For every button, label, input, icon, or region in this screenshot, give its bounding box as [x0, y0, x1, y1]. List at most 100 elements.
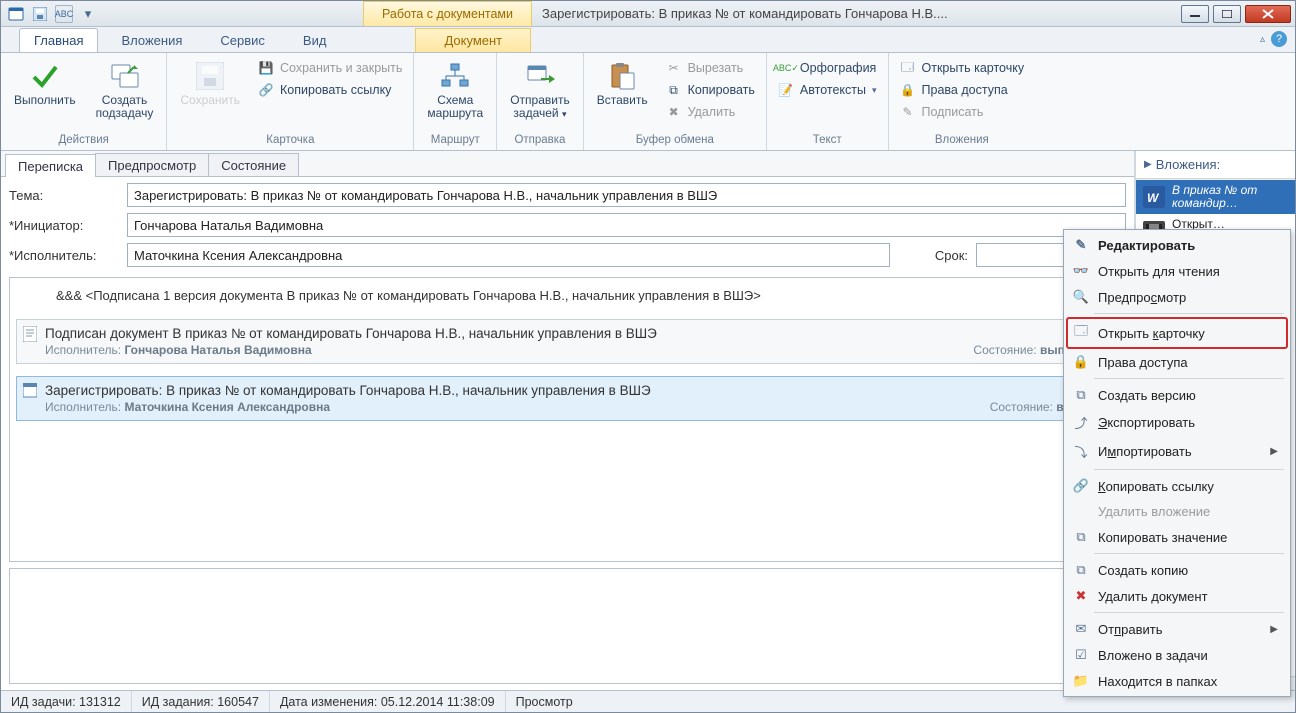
ctx-copy-value[interactable]: ⧉Копировать значение: [1066, 524, 1288, 550]
copy-icon: ⧉: [1072, 529, 1090, 545]
ctx-export[interactable]: ⤴Экспортировать: [1066, 408, 1288, 437]
task-icon: ☑: [1072, 647, 1090, 663]
paste-label: Вставить: [597, 94, 648, 107]
create-subtask-button[interactable]: Создатьподзадачу: [87, 55, 163, 125]
ribbon-minimize-icon[interactable]: ▵: [1260, 34, 1265, 45]
edit-icon: ✎: [1072, 237, 1090, 253]
qat-dropdown-icon[interactable]: ▾: [79, 5, 97, 23]
spellcheck-button[interactable]: ABC✓Орфография: [771, 57, 884, 79]
link-icon: 🔗: [1072, 478, 1090, 494]
ctx-create-version[interactable]: ⧉Создать версию: [1066, 382, 1288, 408]
ctx-preview[interactable]: 🔍Предпросмотр: [1066, 284, 1288, 310]
ribbon-tab-attachments[interactable]: Вложения: [106, 28, 197, 52]
tab-correspondence[interactable]: Переписка: [5, 154, 96, 177]
status-task-id: ИД задачи: 131312: [1, 691, 131, 712]
send-task-button[interactable]: Отправитьзадачей ▾: [501, 55, 579, 125]
separator: [1094, 553, 1284, 554]
submenu-arrow-icon: ▶: [1270, 446, 1278, 457]
document-icon: [23, 326, 39, 342]
ctx-copy-link[interactable]: 🔗Копировать ссылку: [1066, 473, 1288, 499]
group-label-route: Маршрут: [418, 134, 492, 150]
qat-abc-icon[interactable]: ABC: [55, 5, 73, 23]
ribbon-tabstrip: Главная Вложения Сервис Вид Документ ▵ ?: [1, 27, 1295, 53]
help-icon[interactable]: ?: [1271, 31, 1287, 47]
thread-header: &&& <Подписана 1 версия документа В прик…: [16, 284, 1119, 307]
ctx-in-folders[interactable]: 📁Находится в папках: [1066, 668, 1288, 694]
window-controls: [1181, 1, 1295, 26]
sign-button[interactable]: ✎Подписать: [893, 101, 1032, 123]
ribbon-tab-home[interactable]: Главная: [19, 28, 98, 52]
ctx-import[interactable]: ⤵Импортировать▶: [1066, 437, 1288, 466]
subject-input[interactable]: Зарегистрировать: В приказ № от командир…: [127, 183, 1126, 207]
separator: [1094, 469, 1284, 470]
route-scheme-button[interactable]: Схемамаршрута: [418, 55, 492, 125]
ctx-in-tasks[interactable]: ☑Вложено в задачи: [1066, 642, 1288, 668]
execute-button[interactable]: Выполнить: [5, 55, 85, 112]
read-icon: 👓: [1072, 263, 1090, 279]
autotext-button[interactable]: 📝Автотексты ▾: [771, 79, 884, 101]
cut-button[interactable]: ✂Вырезать: [659, 57, 762, 79]
copy-button[interactable]: ⧉Копировать: [659, 79, 762, 101]
ctx-access[interactable]: 🔒Права доступа: [1066, 349, 1288, 375]
export-icon: ⤴: [1072, 413, 1090, 432]
initiator-input[interactable]: Гончарова Наталья Вадимовна: [127, 213, 1126, 237]
ctx-send[interactable]: ✉Отправить▶: [1066, 616, 1288, 642]
paste-button[interactable]: Вставить: [588, 55, 657, 112]
ctx-create-copy[interactable]: ⧉Создать копию: [1066, 557, 1288, 583]
open-card-button[interactable]: 🗔Открыть карточку: [893, 57, 1032, 79]
ribbon-tab-view[interactable]: Вид: [288, 28, 342, 52]
attachments-header[interactable]: ▶ Вложения:: [1136, 151, 1295, 179]
ribbon-group-attachments: 🗔Открыть карточку 🔒Права доступа ✎Подпис…: [889, 53, 1036, 150]
deadline-label: Срок:: [898, 248, 968, 263]
copy-link-button[interactable]: 🔗 Копировать ссылку: [251, 79, 409, 101]
hierarchy-icon: [439, 60, 471, 92]
left-tabs: Переписка Предпросмотр Состояние: [1, 151, 1134, 177]
separator: [1094, 612, 1284, 613]
attachment-item[interactable]: W В приказ № откомандир…: [1136, 180, 1295, 214]
ctx-edit[interactable]: ✎Редактировать: [1066, 232, 1288, 258]
task-icon: [23, 383, 39, 399]
save-close-icon: 💾: [258, 60, 274, 76]
message-title: Подписан документ В приказ № от командир…: [45, 326, 1108, 341]
ribbon-group-text: ABC✓Орфография 📝Автотексты ▾ Текст: [767, 53, 889, 150]
pen-icon: ✎: [900, 104, 916, 120]
attachment-label: В приказ № откомандир…: [1172, 184, 1257, 210]
ctx-delete-attachment: Удалить вложение: [1066, 499, 1288, 524]
ctx-open-read[interactable]: 👓Открыть для чтения: [1066, 258, 1288, 284]
form: Тема: Зарегистрировать: В приказ № от ко…: [1, 177, 1134, 273]
tab-state[interactable]: Состояние: [208, 153, 299, 176]
check-icon: [29, 60, 61, 92]
maximize-button[interactable]: [1213, 5, 1241, 23]
lock-icon: 🔒: [900, 82, 916, 98]
save-icon: [194, 60, 226, 92]
ribbon-tab-document[interactable]: Документ: [415, 28, 531, 52]
delete-icon: ✖: [666, 104, 682, 120]
ctx-open-card[interactable]: 🗔Открыть карточку: [1066, 317, 1288, 349]
clipboard-icon: [606, 60, 638, 92]
group-label-card: Карточка: [171, 134, 409, 150]
ribbon-group-clipboard: Вставить ✂Вырезать ⧉Копировать ✖Удалить …: [584, 53, 767, 150]
folder-icon: 📁: [1072, 673, 1090, 689]
route-scheme-label: Схемамаршрута: [427, 94, 483, 120]
access-rights-button[interactable]: 🔒Права доступа: [893, 79, 1032, 101]
minimize-button[interactable]: [1181, 5, 1209, 23]
qat-save-icon[interactable]: [31, 5, 49, 23]
ribbon-tab-service[interactable]: Сервис: [205, 28, 280, 52]
ctx-delete-document[interactable]: ✖Удалить документ: [1066, 583, 1288, 609]
tab-preview[interactable]: Предпросмотр: [95, 153, 209, 176]
delete-button[interactable]: ✖Удалить: [659, 101, 762, 123]
thread-message[interactable]: Зарегистрировать: В приказ № от командир…: [16, 376, 1119, 421]
save-button[interactable]: Сохранить: [171, 55, 249, 112]
ribbon: Выполнить Создатьподзадачу Действия Сохр…: [1, 53, 1295, 151]
thread-message[interactable]: Подписан документ В приказ № от командир…: [16, 319, 1119, 364]
executor-input[interactable]: Маточкина Ксения Александровна: [127, 243, 890, 267]
save-label: Сохранить: [180, 94, 240, 107]
bottom-editor[interactable]: [9, 568, 1126, 684]
save-close-button[interactable]: 💾 Сохранить и закрыть: [251, 57, 409, 79]
status-modified: Дата изменения: 05.12.2014 11:38:09: [269, 691, 505, 712]
separator: [1094, 378, 1284, 379]
send-task-icon: [524, 60, 556, 92]
executor-label: *Исполнитель:: [9, 248, 119, 263]
card-icon: 🗔: [1072, 322, 1090, 344]
close-button[interactable]: [1245, 5, 1291, 23]
